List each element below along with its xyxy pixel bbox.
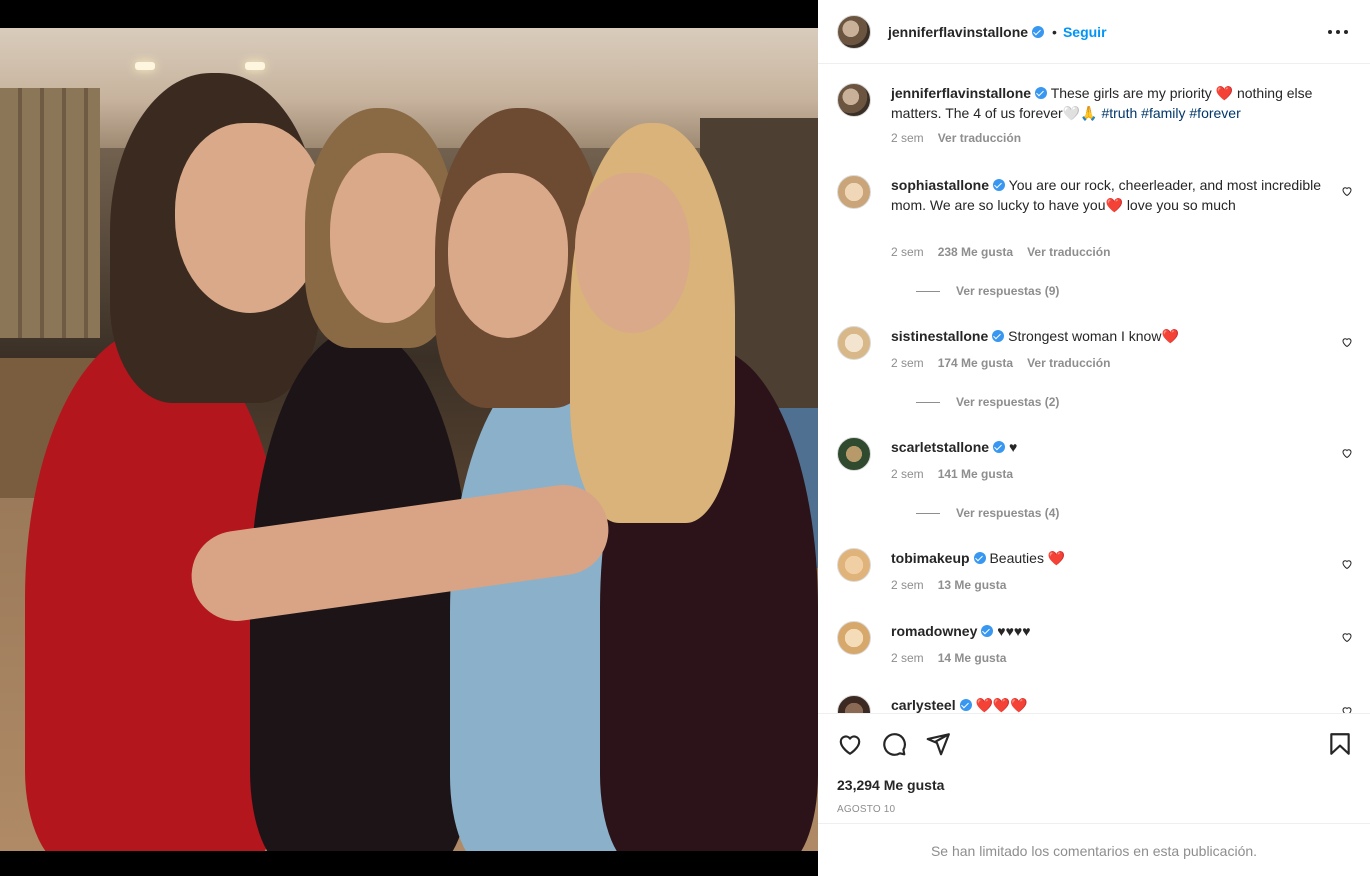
- avatar[interactable]: [837, 14, 871, 49]
- comment-text: Beauties ❤️: [989, 550, 1066, 566]
- verified-icon: [959, 699, 972, 711]
- replies-line: [916, 290, 940, 292]
- translate-button[interactable]: Ver traducción: [1027, 245, 1110, 259]
- post-likes-count[interactable]: 23,294 Me gusta: [837, 777, 944, 793]
- translate-button[interactable]: Ver traducción: [938, 131, 1021, 145]
- verified-icon: [973, 552, 986, 564]
- avatar[interactable]: [837, 548, 871, 582]
- comment-username[interactable]: scarletstallone: [891, 439, 989, 455]
- comment-like-icon[interactable]: [1341, 336, 1353, 348]
- view-replies-label: Ver respuestas (2): [956, 395, 1060, 409]
- comment-likes[interactable]: 14 Me gusta: [938, 651, 1007, 665]
- comment-time[interactable]: 2 sem: [891, 356, 924, 370]
- share-icon[interactable]: [925, 731, 951, 757]
- verified-icon: [1035, 87, 1048, 99]
- comment-username[interactable]: romadowney: [891, 623, 977, 639]
- person-face: [330, 153, 445, 323]
- caption-hashtags[interactable]: #truth #family #forever: [1101, 105, 1240, 121]
- comment-likes[interactable]: 174 Me gusta: [938, 356, 1013, 370]
- verified-icon: [1032, 25, 1045, 38]
- photo-scene: [0, 28, 818, 851]
- comment-username[interactable]: carlysteel: [891, 697, 956, 713]
- replies-line: [916, 512, 940, 514]
- comment-body: sophiastallone You are our rock, cheerle…: [891, 175, 1323, 215]
- post-username[interactable]: jenniferflavinstallone: [888, 24, 1028, 40]
- comment-text: Strongest woman I know❤️: [1008, 328, 1179, 344]
- post-actions: 23,294 Me gusta AGOSTO 10 Se han limitad…: [818, 713, 1370, 876]
- avatar[interactable]: [837, 621, 871, 655]
- comment-time[interactable]: 2 sem: [891, 651, 924, 665]
- comment-likes[interactable]: 13 Me gusta: [938, 578, 1007, 592]
- comment-time[interactable]: 2 sem: [891, 467, 924, 481]
- comment-time[interactable]: 2 sem: [891, 245, 924, 259]
- comment-time[interactable]: 2 sem: [891, 131, 924, 145]
- verified-icon: [981, 625, 994, 637]
- caption-username[interactable]: jenniferflavinstallone: [891, 85, 1031, 101]
- comment-body: tobimakeup Beauties ❤️: [891, 548, 1323, 568]
- comment-likes[interactable]: 141 Me gusta: [938, 467, 1013, 481]
- photo-cabinet: [0, 88, 100, 338]
- comment-like-icon[interactable]: [1341, 705, 1353, 713]
- comment-meta: 2 sem 13 Me gusta: [891, 578, 1006, 592]
- person-face: [448, 173, 568, 338]
- heart-emoji: ❤️: [1215, 85, 1234, 101]
- save-icon[interactable]: [1327, 731, 1353, 757]
- avatar[interactable]: [837, 437, 871, 471]
- ceiling-light: [245, 62, 265, 70]
- person-face: [575, 173, 690, 333]
- view-replies-label: Ver respuestas (9): [956, 284, 1060, 298]
- comments-limited-notice: Se han limitado los comentarios en esta …: [818, 823, 1370, 876]
- post-header: jenniferflavinstallone • Seguir: [818, 0, 1370, 64]
- caption-body: jenniferflavinstallone These girls are m…: [891, 83, 1323, 123]
- comment-like-icon[interactable]: [1341, 447, 1353, 459]
- separator: •: [1052, 23, 1057, 40]
- comment-meta: 2 sem 14 Me gusta: [891, 651, 1006, 665]
- comment-meta: 2 sem 174 Me gusta Ver traducción: [891, 356, 1110, 370]
- replies-line: [916, 401, 940, 403]
- comment-time[interactable]: 2 sem: [891, 578, 924, 592]
- comment-body: scarletstallone ♥: [891, 437, 1323, 457]
- more-icon[interactable]: [1328, 22, 1348, 42]
- view-replies-button[interactable]: Ver respuestas (2): [916, 395, 1059, 409]
- like-icon[interactable]: [837, 731, 863, 757]
- comment-username[interactable]: sistinestallone: [891, 328, 988, 344]
- comments-list[interactable]: jenniferflavinstallone These girls are m…: [818, 65, 1370, 713]
- comment-icon[interactable]: [881, 731, 907, 757]
- post-sidebar: jenniferflavinstallone • Seguir jennifer…: [818, 0, 1370, 876]
- comment-like-icon[interactable]: [1341, 558, 1353, 570]
- avatar[interactable]: [837, 695, 871, 713]
- comment-like-icon[interactable]: [1341, 185, 1353, 197]
- comment-body: sistinestallone Strongest woman I know❤️: [891, 326, 1323, 346]
- comment-meta: 2 sem 141 Me gusta: [891, 467, 1013, 481]
- caption-meta: 2 sem Ver traducción: [891, 131, 1021, 145]
- caption-text: These girls are my priority: [1050, 85, 1216, 101]
- comment-text: ♥♥♥♥: [997, 623, 1031, 639]
- view-replies-label: Ver respuestas (4): [956, 506, 1060, 520]
- avatar[interactable]: [837, 326, 871, 360]
- comment-body: romadowney ♥♥♥♥: [891, 621, 1323, 641]
- comment-text: ❤️❤️❤️: [975, 697, 1028, 713]
- comment-likes[interactable]: 238 Me gusta: [938, 245, 1013, 259]
- verified-icon: [993, 179, 1006, 191]
- translate-button[interactable]: Ver traducción: [1027, 356, 1110, 370]
- view-replies-button[interactable]: Ver respuestas (4): [916, 506, 1059, 520]
- view-replies-button[interactable]: Ver respuestas (9): [916, 284, 1059, 298]
- comment-username[interactable]: sophiastallone: [891, 177, 989, 193]
- comment-body: carlysteel ❤️❤️❤️: [891, 695, 1323, 713]
- avatar[interactable]: [837, 83, 871, 117]
- comments-limited-text: Se han limitado los comentarios en esta …: [930, 842, 1258, 859]
- follow-button[interactable]: Seguir: [1063, 24, 1107, 40]
- comment-meta: 2 sem 238 Me gusta Ver traducción: [891, 245, 1110, 259]
- verified-icon: [993, 441, 1006, 453]
- avatar[interactable]: [837, 175, 871, 209]
- comment-text: ♥: [1008, 439, 1018, 455]
- post-date[interactable]: AGOSTO 10: [837, 804, 895, 815]
- post-photo[interactable]: [0, 0, 818, 876]
- ceiling-light: [135, 62, 155, 70]
- comment-username[interactable]: tobimakeup: [891, 550, 970, 566]
- comment-like-icon[interactable]: [1341, 631, 1353, 643]
- person-face: [175, 123, 325, 313]
- verified-icon: [992, 330, 1005, 342]
